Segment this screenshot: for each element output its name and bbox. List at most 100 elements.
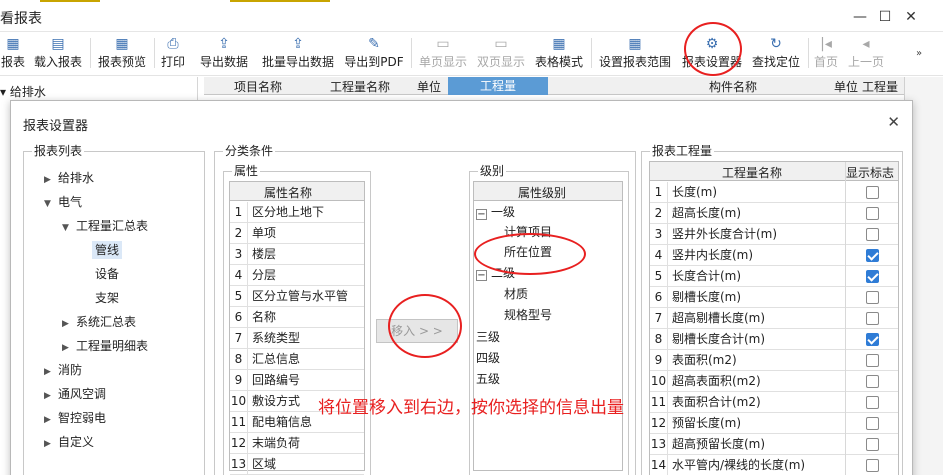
attribute-row[interactable]: 7 系统类型	[230, 328, 364, 349]
level-1-calc-item[interactable]: 计算项目	[504, 222, 552, 242]
attribute-row[interactable]: 4 分层	[230, 265, 364, 286]
row-number: 1	[230, 202, 248, 223]
tree-item-water[interactable]: ▶ 给排水	[44, 168, 94, 190]
quantity-row[interactable]: 10 超高表面积(m2)	[650, 371, 898, 392]
quantity-row[interactable]: 4 竖井内长度(m)	[650, 245, 898, 266]
show-flag-checkbox[interactable]	[866, 333, 879, 346]
tree-item-quantity-summary[interactable]: ▼ 工程量汇总表	[62, 216, 148, 238]
show-flag-checkbox[interactable]	[866, 291, 879, 304]
batch-export-button[interactable]: ⇪ 批量导出数据	[260, 34, 336, 74]
attribute-row[interactable]: 13 区域	[230, 454, 364, 475]
report-preview-button[interactable]: ▦ 报表预览	[96, 34, 148, 74]
first-page-icon: |◂	[820, 36, 832, 52]
quantity-row[interactable]: 6 剔槽长度(m)	[650, 287, 898, 308]
print-button[interactable]: ⎙ 打印	[160, 34, 186, 74]
attribute-row[interactable]: 1 区分地上地下	[230, 202, 364, 223]
close-icon[interactable]: ✕	[903, 9, 919, 25]
prev-page-button[interactable]: ◂ 上一页	[846, 34, 886, 74]
tree-item-fire[interactable]: ▶ 消防	[44, 360, 82, 382]
background-left-item: ▾ 给排水	[0, 85, 46, 99]
quantity-row[interactable]: 7 超高剔槽长度(m)	[650, 308, 898, 329]
row-number: 2	[230, 223, 248, 244]
export-data-button[interactable]: ⇪ 导出数据	[198, 34, 250, 74]
show-flag-checkbox[interactable]	[866, 396, 879, 409]
maximize-icon[interactable]: ☐	[877, 9, 893, 25]
first-page-button[interactable]: |◂ 首页	[812, 34, 840, 74]
set-range-button[interactable]: ▦ 设置报表范围	[597, 34, 673, 74]
report-button[interactable]: ▦ 报表	[0, 34, 26, 74]
level-2-material[interactable]: 材质	[504, 284, 528, 304]
quantity-row[interactable]: 8 剔槽长度合计(m)	[650, 329, 898, 350]
show-flag-checkbox[interactable]	[866, 312, 879, 325]
move-in-button[interactable]: 移入 > >	[376, 319, 458, 343]
show-flag-checkbox[interactable]	[866, 375, 879, 388]
row-number: 6	[230, 307, 248, 328]
quantity-row[interactable]: 11 表面积合计(m2)	[650, 392, 898, 413]
quantity-row[interactable]: 9 表面积(m2)	[650, 350, 898, 371]
level-2[interactable]: − 二级	[476, 263, 515, 283]
toolbar: ▦ 报表 ▤ 载入报表 ▦ 报表预览 ⎙ 打印 ⇪ 导出数据 ⇪ 批量导出数据 ✎ 导出到PD…	[0, 32, 943, 76]
dialog-close-icon[interactable]: ✕	[887, 113, 900, 131]
double-page-button[interactable]: ▭ 双页显示	[475, 34, 527, 74]
show-flag-checkbox[interactable]	[866, 270, 879, 283]
chevron-right-icon: ▶	[44, 175, 51, 185]
attribute-row[interactable]: 9 回路编号	[230, 370, 364, 391]
tree-item-smart-control[interactable]: ▶ 智控弱电	[44, 408, 106, 430]
level-2-spec[interactable]: 规格型号	[504, 305, 552, 325]
quantity-row[interactable]: 13 超高预留长度(m)	[650, 434, 898, 455]
tree-item-equipment[interactable]: 设备	[95, 264, 119, 284]
quantity-row[interactable]: 1 长度(m)	[650, 182, 898, 203]
level-1-location[interactable]: 所在位置	[504, 242, 552, 262]
level-1[interactable]: − 一级	[476, 202, 515, 222]
row-number: 1	[650, 182, 668, 203]
tree-item-hvac[interactable]: ▶ 通风空调	[44, 384, 106, 406]
attribute-row[interactable]: 12 末端负荷	[230, 433, 364, 454]
tree-item-system-summary[interactable]: ▶ 系统汇总表	[62, 312, 136, 334]
level-5[interactable]: 五级	[476, 369, 500, 389]
locate-icon: ↻	[770, 36, 782, 52]
minimize-icon[interactable]: —	[852, 9, 868, 25]
quantity-row[interactable]: 14 水平管内/裸线的长度(m)	[650, 455, 898, 475]
tree-item-bracket[interactable]: 支架	[95, 288, 119, 308]
show-flag-checkbox[interactable]	[866, 249, 879, 262]
row-number: 13	[650, 434, 668, 455]
toolbar-more-icon[interactable]: »	[916, 48, 922, 59]
attribute-row[interactable]: 2 单项	[230, 223, 364, 244]
attribute-row[interactable]: 3 楼层	[230, 244, 364, 265]
quantity-name: 预留长度(m)	[672, 416, 742, 430]
tree-item-pipeline[interactable]: 管线	[92, 240, 123, 260]
show-flag-checkbox[interactable]	[866, 438, 879, 451]
report-settings-button[interactable]: ⚙ 报表设置器	[680, 34, 744, 74]
show-flag-checkbox[interactable]	[866, 459, 879, 472]
row-number: 8	[230, 349, 248, 370]
show-flag-checkbox[interactable]	[866, 417, 879, 430]
report-icon: ▦	[6, 36, 20, 52]
quantity-row[interactable]: 2 超高长度(m)	[650, 203, 898, 224]
level-4[interactable]: 四级	[476, 348, 500, 368]
quantity-row[interactable]: 3 竖井外长度合计(m)	[650, 224, 898, 245]
accent-strip	[230, 0, 330, 2]
show-flag-checkbox[interactable]	[866, 354, 879, 367]
locate-button[interactable]: ↻ 查找定位	[750, 34, 802, 74]
load-report-button[interactable]: ▤ 载入报表	[32, 34, 84, 74]
quantity-row[interactable]: 5 长度合计(m)	[650, 266, 898, 287]
level-3[interactable]: 三级	[476, 327, 500, 347]
attribute-row[interactable]: 8 汇总信息	[230, 349, 364, 370]
collapse-icon[interactable]: −	[476, 270, 487, 281]
quantity-row[interactable]: 12 预留长度(m)	[650, 413, 898, 434]
export-pdf-button[interactable]: ✎ 导出到PDF	[343, 34, 405, 74]
table-mode-button[interactable]: ▦ 表格模式	[533, 34, 585, 74]
show-flag-checkbox[interactable]	[866, 207, 879, 220]
single-page-button[interactable]: ▭ 单页显示	[417, 34, 469, 74]
collapse-icon[interactable]: −	[476, 209, 487, 220]
tree-item-custom[interactable]: ▶ 自定义	[44, 432, 94, 454]
row-number: 12	[650, 413, 668, 434]
tree-item-quantity-detail[interactable]: ▶ 工程量明细表	[62, 336, 148, 358]
tree-item-electrical[interactable]: ▼ 电气	[44, 192, 82, 214]
attribute-row[interactable]: 6 名称	[230, 307, 364, 328]
show-flag-checkbox[interactable]	[866, 228, 879, 241]
attribute-row[interactable]: 5 区分立管与水平管	[230, 286, 364, 307]
toolbar-separator	[591, 38, 592, 68]
show-flag-checkbox[interactable]	[866, 186, 879, 199]
load-report-icon: ▤	[51, 36, 65, 52]
